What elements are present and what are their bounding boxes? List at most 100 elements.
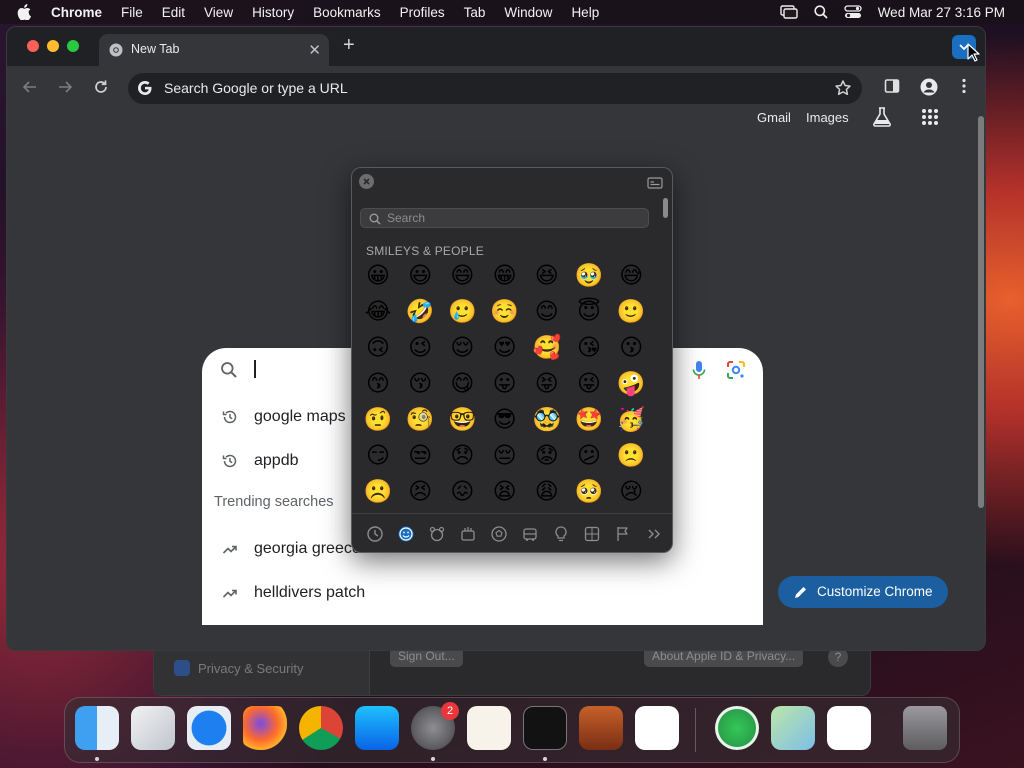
emoji-button[interactable]: 😁 bbox=[490, 261, 520, 291]
close-window-button[interactable] bbox=[27, 40, 39, 52]
emoji-button[interactable]: 😄 bbox=[447, 261, 477, 291]
bulb-icon[interactable] bbox=[551, 524, 571, 544]
gmail-link[interactable]: Gmail bbox=[757, 110, 791, 125]
emoji-button[interactable]: 😉 bbox=[405, 333, 435, 363]
bookmark-star-icon[interactable] bbox=[834, 79, 852, 102]
menubar-clock[interactable]: Wed Mar 27 3:16 PM bbox=[878, 5, 1005, 20]
emoji-button[interactable]: 🤨 bbox=[363, 405, 393, 435]
emoji-button[interactable]: 😆 bbox=[532, 261, 562, 291]
menu-tab[interactable]: Tab bbox=[464, 5, 486, 20]
more-icon[interactable] bbox=[644, 524, 664, 544]
emoji-button[interactable]: 🙁 bbox=[616, 441, 646, 471]
forward-arrow-icon[interactable] bbox=[57, 79, 73, 100]
omnibox[interactable]: Search Google or type a URL bbox=[128, 73, 862, 104]
emoji-scrollbar[interactable] bbox=[663, 198, 668, 218]
emoji-button[interactable]: 😅 bbox=[616, 261, 646, 291]
emoji-button[interactable]: 😝 bbox=[532, 369, 562, 399]
close-tab-icon[interactable]: ✕ bbox=[308, 41, 321, 59]
dock-maps-icon[interactable] bbox=[771, 706, 815, 750]
emoji-button[interactable]: 😔 bbox=[490, 441, 520, 471]
dock-finder-icon[interactable] bbox=[75, 706, 119, 750]
trending-suggestion[interactable]: helldivers patch bbox=[202, 574, 763, 614]
emoji-button[interactable]: 😊 bbox=[532, 297, 562, 327]
apple-icon[interactable] bbox=[17, 4, 35, 20]
minimize-window-button[interactable] bbox=[47, 40, 59, 52]
emoji-button[interactable]: 😜 bbox=[574, 369, 604, 399]
labs-flask-icon[interactable] bbox=[871, 106, 893, 133]
emoji-button[interactable]: 😋 bbox=[447, 369, 477, 399]
animal-icon[interactable] bbox=[427, 524, 447, 544]
menu-history[interactable]: History bbox=[252, 5, 294, 20]
character-viewer-icon[interactable] bbox=[647, 176, 663, 194]
side-panel-icon[interactable] bbox=[884, 78, 900, 99]
emoji-button[interactable]: 😂 bbox=[363, 297, 393, 327]
emoji-button[interactable]: 😕 bbox=[574, 441, 604, 471]
emoji-button[interactable]: 🤣 bbox=[405, 297, 435, 327]
emoji-button[interactable]: 😖 bbox=[447, 477, 477, 507]
dock-qql-icon[interactable] bbox=[827, 706, 871, 750]
emoji-button[interactable]: 🤩 bbox=[574, 405, 604, 435]
clock-icon[interactable] bbox=[365, 524, 385, 544]
emoji-button[interactable]: 🥺 bbox=[574, 477, 604, 507]
tab-new-tab[interactable]: New Tab ✕ bbox=[99, 34, 329, 66]
emoji-button[interactable]: 😙 bbox=[363, 369, 393, 399]
symbols-icon[interactable] bbox=[582, 524, 602, 544]
food-icon[interactable] bbox=[458, 524, 478, 544]
control-center-icon[interactable] bbox=[844, 5, 862, 19]
flag-icon[interactable] bbox=[613, 524, 633, 544]
menu-file[interactable]: File bbox=[121, 5, 143, 20]
dock-garageband-icon[interactable] bbox=[579, 706, 623, 750]
emoji-button[interactable]: 😎 bbox=[490, 405, 520, 435]
menu-window[interactable]: Window bbox=[504, 5, 552, 20]
emoji-button[interactable]: 🤪 bbox=[616, 369, 646, 399]
emoji-button[interactable]: ☹️ bbox=[363, 477, 393, 507]
search-input[interactable] bbox=[254, 360, 256, 378]
zoom-window-button[interactable] bbox=[67, 40, 79, 52]
customize-chrome-button[interactable]: Customize Chrome bbox=[778, 576, 948, 608]
emoji-button[interactable]: 🥸 bbox=[532, 405, 562, 435]
google-apps-grid-icon[interactable] bbox=[921, 108, 939, 131]
dock-find-my-icon[interactable] bbox=[715, 706, 759, 750]
menu-help[interactable]: Help bbox=[571, 5, 599, 20]
emoji-button[interactable]: 😀 bbox=[363, 261, 393, 291]
new-tab-button[interactable]: + bbox=[343, 35, 355, 55]
ball-icon[interactable] bbox=[489, 524, 509, 544]
emoji-button[interactable]: 😃 bbox=[405, 261, 435, 291]
menu-profiles[interactable]: Profiles bbox=[400, 5, 445, 20]
dock-launchpad-icon[interactable] bbox=[131, 706, 175, 750]
profile-avatar-icon[interactable] bbox=[920, 78, 938, 101]
emoji-button[interactable]: 😚 bbox=[405, 369, 435, 399]
more-menu-icon[interactable] bbox=[962, 78, 966, 99]
sidebar-item-privacy[interactable]: Privacy & Security bbox=[198, 661, 303, 676]
emoji-button[interactable]: 🙂 bbox=[616, 297, 646, 327]
emoji-button[interactable]: 🥲 bbox=[447, 297, 477, 327]
emoji-button[interactable]: 🙃 bbox=[363, 333, 393, 363]
smiley-icon[interactable] bbox=[396, 524, 416, 544]
emoji-button[interactable]: 😌 bbox=[447, 333, 477, 363]
emoji-button[interactable]: 🧐 bbox=[405, 405, 435, 435]
emoji-button[interactable]: 😣 bbox=[405, 477, 435, 507]
emoji-button[interactable]: ☺️ bbox=[490, 297, 520, 327]
reload-icon[interactable] bbox=[93, 79, 109, 100]
emoji-button[interactable]: 🥹 bbox=[574, 261, 604, 291]
menu-view[interactable]: View bbox=[204, 5, 233, 20]
emoji-button[interactable]: 🥳 bbox=[616, 405, 646, 435]
dock-trash-icon[interactable] bbox=[903, 706, 947, 750]
emoji-button[interactable]: 😩 bbox=[532, 477, 562, 507]
google-lens-icon[interactable] bbox=[726, 360, 746, 385]
dock-terminal-icon[interactable] bbox=[523, 706, 567, 750]
dock-textedit-icon[interactable] bbox=[467, 706, 511, 750]
emoji-button[interactable]: 😢 bbox=[616, 477, 646, 507]
dock-firefox-icon[interactable] bbox=[243, 706, 287, 750]
emoji-button[interactable]: 😏 bbox=[363, 441, 393, 471]
emoji-button[interactable]: 😞 bbox=[447, 441, 477, 471]
spotlight-search-icon[interactable] bbox=[814, 5, 828, 19]
back-arrow-icon[interactable] bbox=[22, 79, 38, 100]
voice-search-mic-icon[interactable] bbox=[691, 360, 707, 385]
emoji-button[interactable]: 😇 bbox=[574, 297, 604, 327]
close-emoji-picker-button[interactable] bbox=[359, 174, 374, 189]
page-scrollbar[interactable] bbox=[975, 110, 985, 650]
emoji-button[interactable]: 😫 bbox=[490, 477, 520, 507]
emoji-button[interactable]: 😟 bbox=[532, 441, 562, 471]
emoji-button[interactable]: 😛 bbox=[490, 369, 520, 399]
